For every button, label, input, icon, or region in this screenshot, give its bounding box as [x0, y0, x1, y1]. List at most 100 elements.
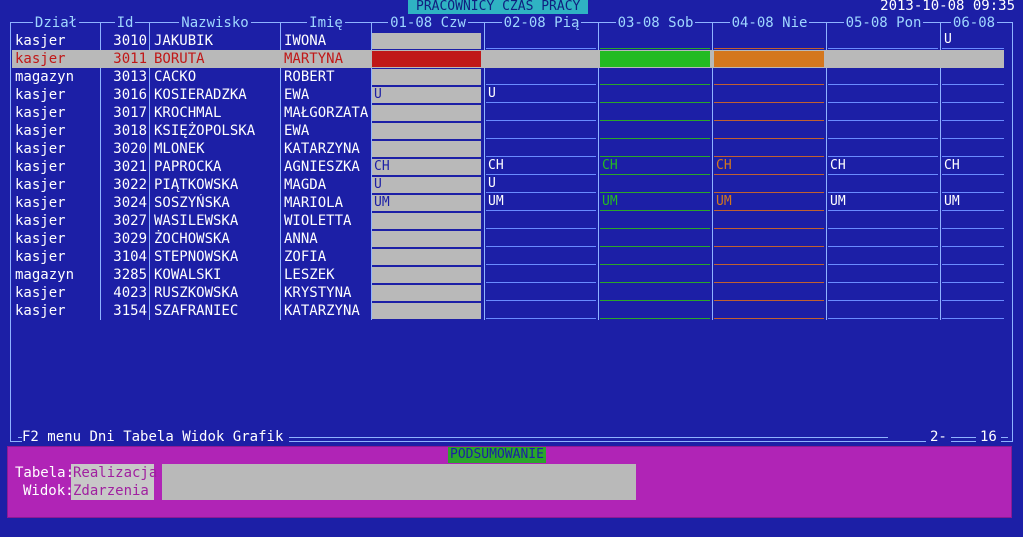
- day-cell[interactable]: [714, 51, 824, 67]
- day-cell[interactable]: [714, 32, 824, 49]
- day-cell[interactable]: [486, 248, 596, 265]
- day-cell[interactable]: [372, 105, 481, 121]
- day-cell[interactable]: [600, 104, 710, 121]
- day-cell[interactable]: CH: [828, 158, 938, 175]
- day-cell[interactable]: [600, 302, 710, 319]
- col-header-imie[interactable]: Imię: [281, 14, 371, 32]
- day-cell[interactable]: [372, 285, 481, 301]
- day-cell[interactable]: [942, 104, 1004, 121]
- day-cell[interactable]: [942, 122, 1004, 139]
- day-cell[interactable]: [486, 51, 596, 67]
- day-cell[interactable]: [372, 123, 481, 139]
- col-header-nazwisko[interactable]: Nazwisko: [150, 14, 280, 32]
- day-cell[interactable]: [486, 122, 596, 139]
- day-cell[interactable]: [942, 51, 1004, 67]
- day-cell[interactable]: [600, 140, 710, 157]
- day-cell[interactable]: [714, 230, 824, 247]
- day-cell[interactable]: [372, 303, 481, 319]
- day-cell[interactable]: [486, 212, 596, 229]
- day-cell[interactable]: [714, 104, 824, 121]
- col-header-id[interactable]: Id: [101, 14, 149, 32]
- day-cell[interactable]: [372, 141, 481, 157]
- day-cell[interactable]: U: [372, 177, 481, 193]
- table-row[interactable]: kasjer 3021 PAPROCKA AGNIESZKA CH CH CH CH CH CH: [12, 158, 1012, 176]
- day-cell[interactable]: [372, 33, 481, 49]
- day-cell[interactable]: CH: [600, 158, 710, 175]
- day-cell[interactable]: [714, 122, 824, 139]
- day-cell[interactable]: [600, 230, 710, 247]
- day-cell[interactable]: [942, 266, 1004, 283]
- table-row[interactable]: kasjer 3010 JAKUBIK IWONA U: [12, 32, 1012, 50]
- day-cell[interactable]: [486, 104, 596, 121]
- col-header-day-5[interactable]: 05-08 Pon: [827, 14, 940, 32]
- day-cell[interactable]: [942, 248, 1004, 265]
- day-cell[interactable]: [600, 86, 710, 103]
- table-row[interactable]: kasjer 3154 SZAFRANIEC KATARZYNA: [12, 302, 1012, 320]
- col-header-day-3[interactable]: 03-08 Sob: [599, 14, 712, 32]
- day-cell[interactable]: UM: [828, 194, 938, 211]
- menu-item-widok[interactable]: Widok: [182, 429, 224, 445]
- day-cell[interactable]: UM: [714, 194, 824, 211]
- day-cell[interactable]: [372, 213, 481, 229]
- day-cell[interactable]: [486, 140, 596, 157]
- day-cell[interactable]: [600, 284, 710, 301]
- tabela-value[interactable]: Realizacja: [71, 464, 157, 482]
- day-cell[interactable]: [714, 68, 824, 85]
- day-cell[interactable]: [942, 212, 1004, 229]
- col-header-day-6[interactable]: 06-08: [941, 14, 1007, 32]
- day-cell[interactable]: [372, 231, 481, 247]
- day-cell[interactable]: [942, 176, 1004, 193]
- day-cell[interactable]: [714, 140, 824, 157]
- day-cell[interactable]: [372, 267, 481, 283]
- day-cell[interactable]: [372, 249, 481, 265]
- day-cell[interactable]: [372, 69, 481, 85]
- day-cell[interactable]: UM: [486, 194, 596, 211]
- day-cell[interactable]: [828, 68, 938, 85]
- menu-item-tabela[interactable]: Tabela: [123, 429, 174, 445]
- table-row[interactable]: magazyn 3013 CACKO ROBERT: [12, 68, 1012, 86]
- day-cell[interactable]: [600, 212, 710, 229]
- menu-item-dni[interactable]: Dni: [89, 429, 114, 445]
- col-header-day-4[interactable]: 04-08 Nie: [713, 14, 826, 32]
- table-row[interactable]: magazyn 3285 KOWALSKI LESZEK: [12, 266, 1012, 284]
- day-cell[interactable]: [714, 284, 824, 301]
- col-header-dzial[interactable]: Dział: [12, 14, 100, 32]
- table-row[interactable]: kasjer 3016 KOSIERADZKA EWA U U: [12, 86, 1012, 104]
- table-row[interactable]: kasjer 3027 WASILEWSKA WIOLETTA: [12, 212, 1012, 230]
- day-cell[interactable]: [714, 176, 824, 193]
- table-row[interactable]: kasjer 4023 RUSZKOWSKA KRYSTYNA: [12, 284, 1012, 302]
- day-cell[interactable]: [828, 51, 938, 67]
- day-cell[interactable]: [828, 122, 938, 139]
- day-cell[interactable]: [828, 176, 938, 193]
- day-cell[interactable]: UM: [600, 194, 710, 211]
- day-cell[interactable]: U: [372, 87, 481, 103]
- day-cell[interactable]: [942, 302, 1004, 319]
- day-cell[interactable]: [600, 248, 710, 265]
- f2-menu-key[interactable]: F2 menu: [22, 429, 81, 445]
- day-cell[interactable]: [828, 212, 938, 229]
- menu-item-grafik[interactable]: Grafik: [233, 429, 284, 445]
- day-cell[interactable]: U: [486, 86, 596, 103]
- day-cell[interactable]: [600, 51, 710, 67]
- table-row[interactable]: kasjer 3104 STEPNOWSKA ZOFIA: [12, 248, 1012, 266]
- day-cell[interactable]: [942, 284, 1004, 301]
- day-cell[interactable]: [486, 284, 596, 301]
- day-cell[interactable]: [600, 122, 710, 139]
- day-cell[interactable]: [486, 68, 596, 85]
- table-row[interactable]: kasjer 3018 KSIĘŻOPOLSKA EWA: [12, 122, 1012, 140]
- day-cell[interactable]: [600, 68, 710, 85]
- day-cell[interactable]: UM: [372, 195, 481, 211]
- col-header-day-2[interactable]: 02-08 Pią: [485, 14, 598, 32]
- day-cell[interactable]: [828, 104, 938, 121]
- day-cell[interactable]: [714, 266, 824, 283]
- day-cell[interactable]: [372, 51, 481, 67]
- day-cell[interactable]: [486, 230, 596, 247]
- day-cell[interactable]: CH: [372, 159, 481, 175]
- day-cell[interactable]: [828, 302, 938, 319]
- table-row[interactable]: kasjer 3020 MLONEK KATARZYNA: [12, 140, 1012, 158]
- table-row[interactable]: kasjer 3024 SOSZYŃSKA MARIOLA UM UM UM UM UM UM: [12, 194, 1012, 212]
- day-cell[interactable]: [600, 176, 710, 193]
- table-row[interactable]: kasjer 3011 BORUTA MARTYNA: [12, 50, 1004, 68]
- day-cell[interactable]: [942, 68, 1004, 85]
- col-header-day-1[interactable]: 01-08 Czw: [372, 14, 484, 32]
